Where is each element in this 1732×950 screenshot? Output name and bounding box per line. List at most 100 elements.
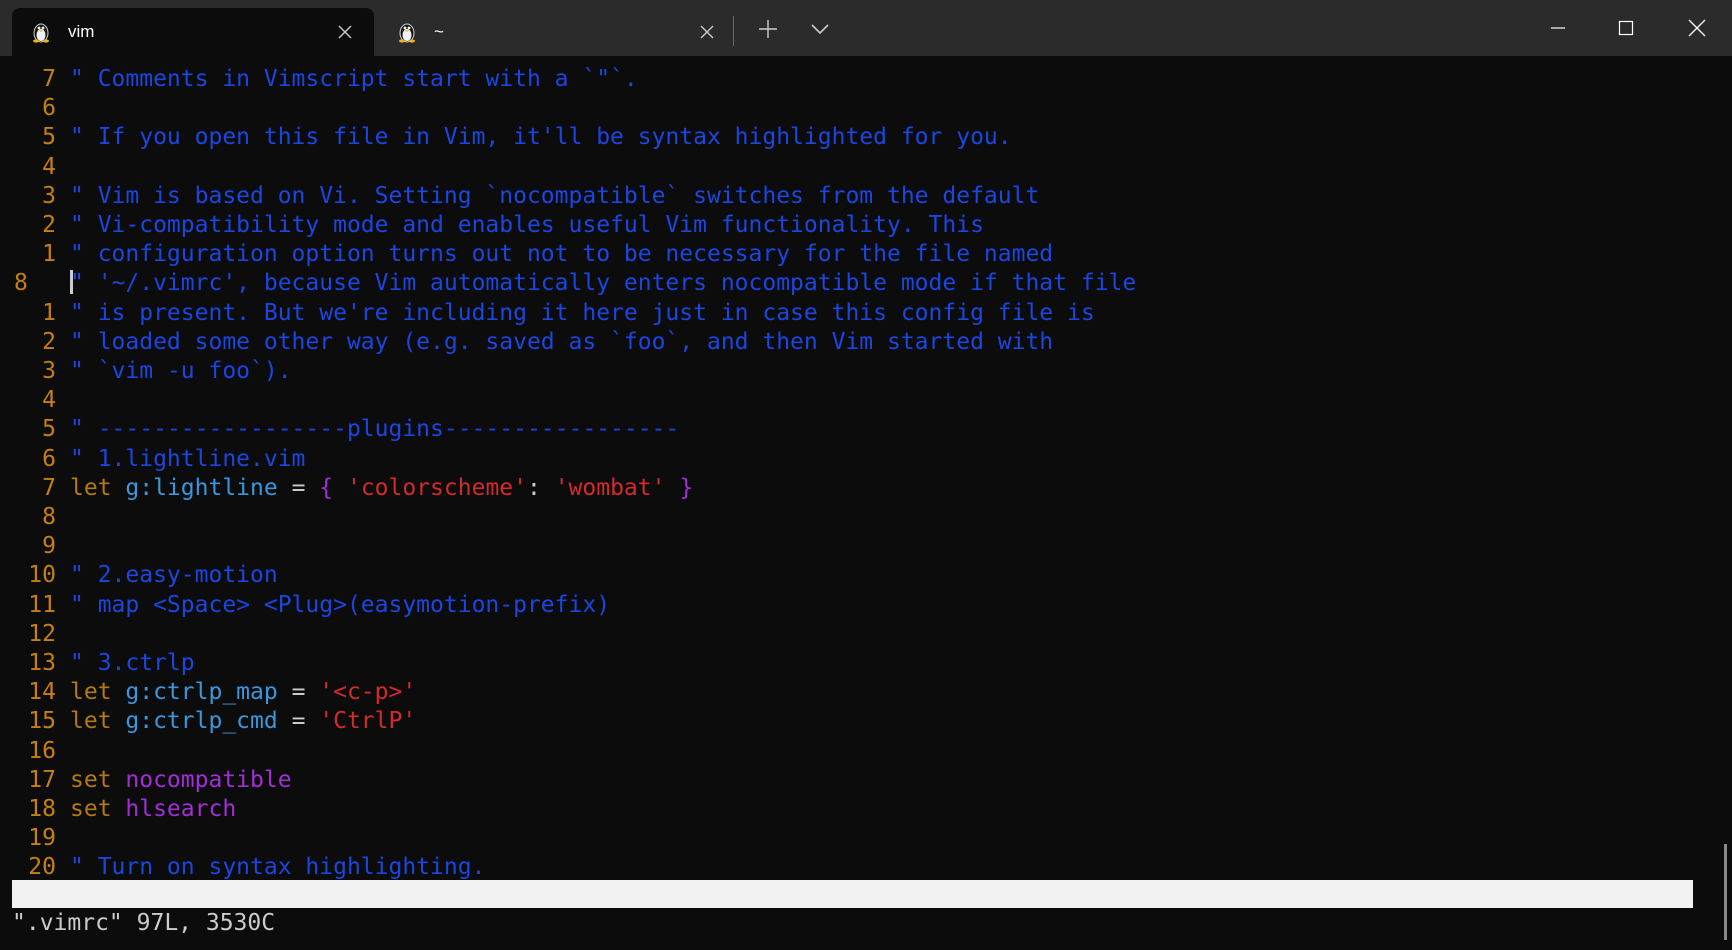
line-number: 8 bbox=[14, 270, 28, 297]
syntax-token: " map <Space> <Plug>(easymotion-prefix) bbox=[70, 591, 611, 618]
syntax-token: " 3.ctrlp bbox=[70, 650, 195, 676]
syntax-token: nocompatible bbox=[125, 766, 292, 793]
syntax-token: let bbox=[70, 474, 126, 501]
line-number: 5 bbox=[42, 124, 56, 151]
maximize-icon bbox=[1618, 20, 1634, 36]
close-icon bbox=[1688, 19, 1706, 37]
syntax-token: } bbox=[665, 474, 694, 501]
syntax-token: hlsearch bbox=[125, 796, 237, 822]
line-number: 6 bbox=[42, 95, 56, 122]
minimize-button[interactable] bbox=[1524, 0, 1592, 56]
syntax-token: 'wombat' bbox=[554, 474, 666, 501]
syntax-token: " ------------------plugins-------------… bbox=[70, 416, 680, 443]
line-number: 18 bbox=[28, 796, 56, 822]
syntax-token: " configuration option turns out not to … bbox=[70, 241, 1054, 268]
code-line: 6 bbox=[0, 94, 1700, 123]
syntax-token: '<c-p>' bbox=[319, 679, 417, 706]
tab-label: vim bbox=[68, 22, 95, 41]
code-line: 20 " Turn on syntax highlighting. bbox=[0, 853, 1700, 882]
line-number: 4 bbox=[42, 387, 56, 414]
code-line: 8 bbox=[0, 503, 1700, 532]
close-window-button[interactable] bbox=[1663, 0, 1731, 56]
line-code: " 3.ctrlp bbox=[70, 649, 195, 678]
line-code: " Turn on syntax highlighting. bbox=[70, 853, 485, 882]
line-code: " ------------------plugins-------------… bbox=[70, 415, 679, 444]
line-code: " configuration option turns out not to … bbox=[70, 240, 1053, 269]
syntax-token: = bbox=[277, 679, 320, 706]
code-line: 5 " If you open this file in Vim, it'll b… bbox=[0, 123, 1700, 152]
linux-penguin-icon bbox=[33, 23, 49, 43]
syntax-token: set bbox=[70, 796, 126, 822]
scrollbar-thumb[interactable] bbox=[1724, 844, 1727, 940]
line-code: " 2.easy-motion bbox=[70, 561, 278, 590]
line-number: 3 bbox=[42, 182, 56, 209]
syntax-token: " `vim -u foo`). bbox=[70, 358, 292, 384]
line-number: 5 bbox=[42, 416, 56, 443]
code-line: 18 set hlsearch bbox=[0, 795, 1700, 824]
line-code: " `vim -u foo`). bbox=[70, 357, 292, 386]
line-number: 6 bbox=[42, 445, 56, 472]
syntax-token: 'colorscheme' bbox=[346, 474, 527, 501]
close-icon[interactable] bbox=[700, 25, 714, 39]
line-code: let g:lightline = { 'colorscheme': 'womb… bbox=[70, 474, 693, 503]
line-number: 15 bbox=[28, 708, 56, 735]
line-code: " 1.lightline.vim bbox=[70, 445, 305, 474]
line-code: " Comments in Vimscript start with a `"`… bbox=[70, 65, 638, 94]
line-number: 12 bbox=[28, 620, 56, 647]
syntax-token: let bbox=[70, 679, 126, 706]
syntax-token: " 1.lightline.vim bbox=[70, 445, 306, 472]
syntax-token: g:ctrlp_map bbox=[125, 679, 278, 706]
line-code: " map <Space> <Plug>(easymotion-prefix) bbox=[70, 591, 610, 620]
code-line: 6 " 1.lightline.vim bbox=[0, 445, 1700, 474]
plus-icon[interactable] bbox=[758, 19, 778, 39]
line-code: " '~/.vimrc', because Vim automatically … bbox=[70, 269, 1136, 298]
syntax-token: " 2.easy-motion bbox=[70, 562, 278, 589]
line-number: 8 bbox=[42, 504, 56, 530]
code-line: 2 " loaded some other way (e.g. saved as … bbox=[0, 328, 1700, 357]
code-line: 3 " Vim is based on Vi. Setting `nocompat… bbox=[0, 182, 1700, 211]
line-number: 2 bbox=[42, 212, 56, 238]
syntax-token: g:lightline bbox=[125, 474, 278, 501]
syntax-token: " Comments in Vimscript start with a `"`… bbox=[70, 66, 638, 92]
status-line: .vimrc bbox=[12, 880, 1693, 935]
line-number: 4 bbox=[42, 153, 56, 180]
command-line[interactable]: ".vimrc" 97L, 3530C bbox=[12, 908, 275, 938]
line-number: 10 bbox=[28, 562, 56, 589]
chevron-down-icon[interactable] bbox=[810, 19, 830, 39]
code-line: 3 " `vim -u foo`). bbox=[0, 357, 1700, 386]
syntax-token: { bbox=[319, 474, 347, 501]
title-bar: vim ~ bbox=[0, 0, 1732, 56]
maximize-button[interactable] bbox=[1592, 0, 1660, 56]
linux-penguin-icon bbox=[399, 23, 415, 43]
code-line: 15 let g:ctrlp_cmd = 'CtrlP' bbox=[0, 707, 1700, 736]
syntax-token: " '~/.vimrc', because Vim automatically … bbox=[70, 270, 1137, 297]
line-code: " loaded some other way (e.g. saved as `… bbox=[70, 328, 1053, 357]
code-line: 4 bbox=[0, 153, 1700, 182]
tab-home[interactable]: ~ bbox=[378, 8, 718, 56]
code-line: 14 let g:ctrlp_map = '<c-p>' bbox=[0, 678, 1700, 707]
line-number: 3 bbox=[42, 358, 56, 384]
line-code: " Vim is based on Vi. Setting `nocompati… bbox=[70, 182, 1039, 211]
line-code: let g:ctrlp_map = '<c-p>' bbox=[70, 678, 416, 707]
line-number: 1 bbox=[42, 299, 56, 326]
line-number: 1 bbox=[42, 241, 56, 268]
line-code: " is present. But we're including it her… bbox=[70, 299, 1095, 328]
syntax-token: g:ctrlp_cmd bbox=[125, 708, 278, 735]
line-number: 17 bbox=[28, 766, 56, 793]
syntax-token: " Turn on syntax highlighting. bbox=[70, 854, 486, 881]
line-number: 20 bbox=[28, 854, 56, 881]
code-line: 4 bbox=[0, 386, 1700, 415]
line-number: 9 bbox=[42, 533, 56, 560]
minimize-icon bbox=[1551, 27, 1565, 29]
close-icon[interactable] bbox=[338, 25, 352, 39]
tab-vim[interactable]: vim bbox=[12, 8, 374, 56]
vim-editor[interactable]: 7 " Comments in Vimscript start with a `"… bbox=[0, 56, 1732, 950]
current-line: 8 " '~/.vimrc', because Vim automatically… bbox=[0, 269, 1700, 298]
syntax-token: let bbox=[70, 708, 126, 735]
line-number: 16 bbox=[28, 737, 56, 764]
code-line: 13 " 3.ctrlp bbox=[0, 649, 1700, 678]
syntax-token: : bbox=[526, 474, 555, 501]
line-number: 13 bbox=[28, 650, 56, 676]
code-line: 12 bbox=[0, 620, 1700, 649]
code-line: 2 " Vi-compatibility mode and enables use… bbox=[0, 211, 1700, 240]
